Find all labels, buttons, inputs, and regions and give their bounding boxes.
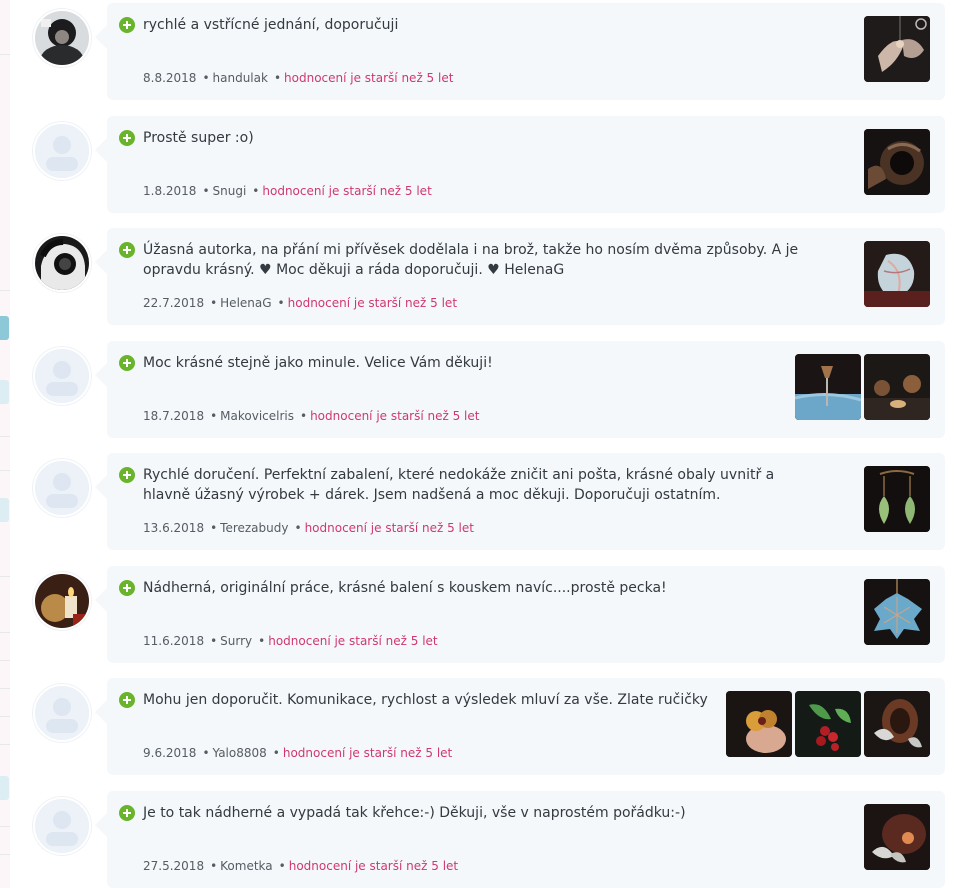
review-text: rychlé a vstřícné jednání, doporučuji xyxy=(143,17,399,33)
photo-candle-icon[interactable] xyxy=(33,572,91,630)
review-meta: 27.5.2018 • Kometka • hodnocení je starší ne… xyxy=(143,859,459,873)
review-meta: 22.7.2018 • HelenaG • hodnocení je starší ne… xyxy=(143,296,458,310)
divider xyxy=(0,632,10,633)
photo-acorn-earrings[interactable] xyxy=(864,354,930,420)
photo-blue-leaf-pendant[interactable] xyxy=(864,579,930,645)
divider xyxy=(0,436,10,437)
age-notice: hodnocení je starší než 5 let xyxy=(304,521,474,535)
photo-flower-ring[interactable] xyxy=(726,691,792,757)
review-card: Rychlé doručení. Perfektní zabalení, kte… xyxy=(95,453,945,550)
photo-camera-person-icon[interactable] xyxy=(33,234,91,292)
age-notice: hodnocení je starší než 5 let xyxy=(284,71,454,85)
positive-rating-icon xyxy=(119,242,135,258)
photo-leaf-pendant[interactable] xyxy=(864,241,930,307)
default-user-icon[interactable] xyxy=(33,459,91,517)
review-date: 1.8.2018 xyxy=(143,184,197,198)
review-author[interactable]: Yalo8808 xyxy=(213,746,267,760)
divider xyxy=(0,826,10,827)
review-meta: 18.7.2018 • Makovicelris • hodnocení je star… xyxy=(143,409,480,423)
review-text: Moc krásné stejně jako minule. Velice Vá… xyxy=(143,355,493,371)
age-notice: hodnocení je starší než 5 let xyxy=(262,184,432,198)
review-date: 13.6.2018 xyxy=(143,521,205,535)
review-card: Mohu jen doporučit. Komunikace, rychlost… xyxy=(95,678,945,775)
divider xyxy=(0,688,10,689)
divider xyxy=(0,470,10,471)
review-date: 9.6.2018 xyxy=(143,746,197,760)
left-sidebar-edge xyxy=(0,0,10,888)
sidebar-tab[interactable] xyxy=(0,380,9,404)
review-text: Rychlé doručení. Perfektní zabalení, kte… xyxy=(143,467,775,503)
review-meta: 13.6.2018 • Terezabudy • hodnocení je starší… xyxy=(143,521,474,535)
photo-brooch-round[interactable] xyxy=(864,129,930,195)
review-date: 11.6.2018 xyxy=(143,634,205,648)
age-notice: hodnocení je starší než 5 let xyxy=(282,746,453,760)
positive-rating-icon xyxy=(119,692,135,708)
review-text: Prostě super :o) xyxy=(143,130,254,146)
review-card: Úžasná autorka, na přání mi přívěsek dod… xyxy=(95,228,945,325)
review-author[interactable]: Snugi xyxy=(213,184,247,198)
review-meta: 1.8.2018 • Snugi • hodnocení je starší než 5… xyxy=(143,184,432,198)
divider xyxy=(0,716,10,717)
divider xyxy=(0,744,10,745)
default-user-icon[interactable] xyxy=(33,797,91,855)
photo-silver-leaf-bowl[interactable] xyxy=(864,804,930,870)
age-notice: hodnocení je starší než 5 let xyxy=(288,859,459,873)
default-user-icon[interactable] xyxy=(33,684,91,742)
photo-hairpin[interactable] xyxy=(795,354,861,420)
default-user-icon[interactable] xyxy=(33,347,91,405)
sidebar-tab[interactable] xyxy=(0,316,9,340)
review-date: 22.7.2018 xyxy=(143,296,205,310)
sidebar-tab[interactable] xyxy=(0,498,9,522)
divider xyxy=(0,660,10,661)
positive-rating-icon xyxy=(119,130,135,146)
default-user-icon[interactable] xyxy=(33,122,91,180)
photo-berry-brooch[interactable] xyxy=(795,691,861,757)
review-card: rychlé a vstřícné jednání, doporučuji 8.… xyxy=(95,3,945,100)
positive-rating-icon xyxy=(119,355,135,371)
review-meta: 11.6.2018 • Surry • hodnocení je starší než … xyxy=(143,634,438,648)
age-notice: hodnocení je starší než 5 let xyxy=(268,634,438,648)
review-card: Nádherná, originální práce, krásné balen… xyxy=(95,566,945,663)
review-author[interactable]: Makovicelris xyxy=(220,409,294,423)
positive-rating-icon xyxy=(119,805,135,821)
review-text: Mohu jen doporučit. Komunikace, rychlost… xyxy=(143,692,708,708)
positive-rating-icon xyxy=(119,17,135,33)
review-card: Prostě super :o) 1.8.2018 • Snugi • hodnocen… xyxy=(95,116,945,213)
review-card: Je to tak nádherné a vypadá tak křehce:-… xyxy=(95,791,945,888)
positive-rating-icon xyxy=(119,580,135,596)
divider xyxy=(0,290,10,291)
review-text: Nádherná, originální práce, krásné balen… xyxy=(143,580,667,596)
review-author[interactable]: handulak xyxy=(213,71,268,85)
photo-pendant-wings[interactable] xyxy=(864,16,930,82)
photo-person-icon[interactable] xyxy=(33,9,91,67)
review-author[interactable]: Terezabudy xyxy=(220,521,288,535)
positive-rating-icon xyxy=(119,467,135,483)
photo-leaf-earrings[interactable] xyxy=(864,466,930,532)
review-card: Moc krásné stejně jako minule. Velice Vá… xyxy=(95,341,945,438)
age-notice: hodnocení je starší než 5 let xyxy=(310,409,480,423)
review-date: 18.7.2018 xyxy=(143,409,205,423)
review-author[interactable]: Kometka xyxy=(220,859,272,873)
review-meta: 9.6.2018 • Yalo8808 • hodnocení je starší ne… xyxy=(143,746,453,760)
review-text: Je to tak nádherné a vypadá tak křehce:-… xyxy=(143,805,686,821)
review-text: Úžasná autorka, na přání mi přívěsek dod… xyxy=(143,242,799,278)
divider xyxy=(0,54,10,55)
review-date: 8.8.2018 xyxy=(143,71,197,85)
review-meta: 8.8.2018 • handulak • hodnocení je starší ne… xyxy=(143,71,454,85)
divider xyxy=(0,854,10,855)
divider xyxy=(0,576,10,577)
review-author[interactable]: Surry xyxy=(220,634,252,648)
sidebar-tab[interactable] xyxy=(0,776,9,800)
age-notice: hodnocení je starší než 5 let xyxy=(287,296,458,310)
review-date: 27.5.2018 xyxy=(143,859,205,873)
review-author[interactable]: HelenaG xyxy=(220,296,271,310)
photo-leaf-acorn-pendant[interactable] xyxy=(864,691,930,757)
